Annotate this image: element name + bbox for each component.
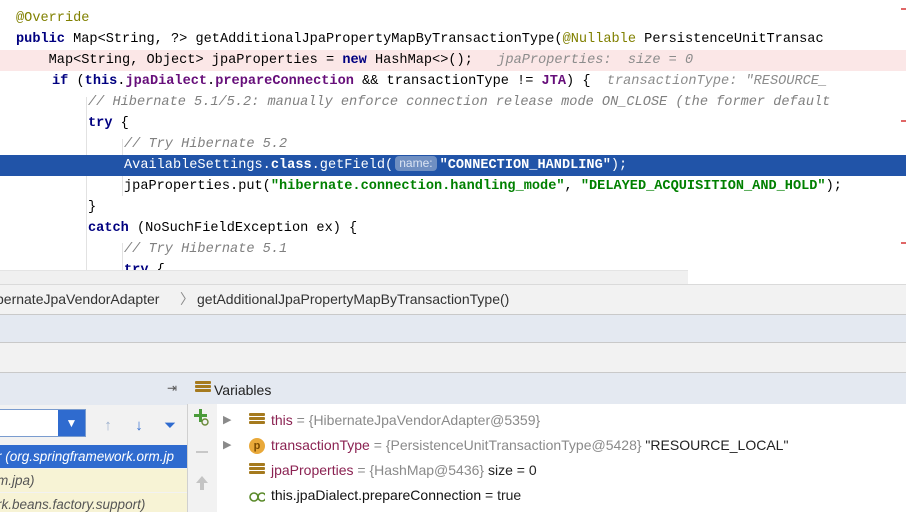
code-line: try { xyxy=(88,116,129,131)
parameter-name-hint: name: xyxy=(395,156,437,171)
code-line: } xyxy=(88,200,97,215)
error-stripe-mark[interactable] xyxy=(901,120,906,122)
frame-item[interactable]: m.jpa) xyxy=(0,469,187,492)
arrow-up-icon[interactable]: ↑ xyxy=(99,417,117,435)
breadcrumb-method[interactable]: getAdditionalJpaPropertyMapByTransaction… xyxy=(197,285,509,314)
code-line: // Try Hibernate 5.1 xyxy=(124,242,288,257)
variable-row[interactable]: this.jpaDialect.prepareConnection = true xyxy=(217,483,906,508)
code-line: // Try Hibernate 5.2 xyxy=(124,137,288,152)
frame-item[interactable]: r (org.springframework.orm.jp xyxy=(0,445,187,468)
code-line: jpaProperties.put("hibernate.connection.… xyxy=(124,179,842,194)
inline-value-hint: transactionType: "RESOURCE_ xyxy=(590,74,828,89)
watch-icon xyxy=(249,492,265,502)
code-editor[interactable]: @Override public Map<String, ?> getAddit… xyxy=(0,0,906,284)
variables-tree[interactable]: ▶ this = {HibernateJpaVendorAdapter@5359… xyxy=(217,404,906,512)
variable-row[interactable]: jpaProperties = {HashMap@5436} size = 0 xyxy=(217,458,906,483)
inline-value-hint: jpaProperties: size = 0 xyxy=(472,53,694,68)
code-line: // Hibernate 5.1/5.2: manually enforce c… xyxy=(88,95,831,110)
filter-icon[interactable]: ⏷ xyxy=(161,417,179,435)
frames-panel: ⇥ ▼ ↑ ↓ ⏷ r (org.springframework.orm.jp … xyxy=(0,372,187,512)
frame-item[interactable]: rk.beans.factory.support) xyxy=(0,493,187,512)
hide-panel-icon[interactable]: ⇥ xyxy=(167,381,177,395)
horizontal-scrollbar[interactable] xyxy=(0,270,688,284)
chevron-down-icon[interactable]: ▼ xyxy=(58,410,85,436)
error-stripe-mark[interactable] xyxy=(901,242,906,244)
field-icon xyxy=(249,413,265,428)
code-line: if (this.jpaDialect.prepareConnection &&… xyxy=(52,74,828,89)
scrollbar-corner xyxy=(688,270,906,284)
code-line-signature: public Map<String, ?> getAdditionalJpaPr… xyxy=(16,32,824,47)
field-icon xyxy=(249,463,265,478)
variable-row[interactable]: ▶ this = {HibernateJpaVendorAdapter@5359… xyxy=(217,408,906,433)
error-stripe-mark[interactable] xyxy=(901,8,906,10)
variables-title: Variables xyxy=(214,382,272,398)
variables-toolstrip xyxy=(187,400,217,512)
new-watch-icon[interactable] xyxy=(193,408,211,426)
variable-row[interactable]: ▶ p transactionType = {PersistenceUnitTr… xyxy=(217,433,906,458)
arrow-down-icon[interactable]: ↓ xyxy=(130,417,148,435)
parameter-icon: p xyxy=(249,438,265,454)
thread-selector[interactable]: ▼ xyxy=(0,409,86,437)
current-execution-line: AvailableSettings.class.getField(name: "C… xyxy=(0,155,906,176)
breadcrumb-separator: 〉 xyxy=(180,291,194,307)
override-annotation: @Override xyxy=(16,11,90,26)
arrow-up-icon[interactable] xyxy=(193,474,211,492)
expand-arrow-icon[interactable]: ▶ xyxy=(223,433,231,458)
code-line: @Override xyxy=(0,8,906,29)
variables-header: Variables xyxy=(187,372,906,404)
minus-icon[interactable] xyxy=(193,443,211,461)
debug-toolbar xyxy=(0,342,906,372)
debug-tool-window-header xyxy=(0,314,906,342)
code-line: catch (NoSuchFieldException ex) { xyxy=(88,221,358,236)
breadcrumb: bernateJpaVendorAdapter 〉 getAdditionalJ… xyxy=(0,284,906,314)
code-line-warning: Map<String, Object> jpaProperties = new … xyxy=(0,50,906,71)
expand-arrow-icon[interactable]: ▶ xyxy=(223,408,231,433)
variables-icon xyxy=(195,381,211,395)
frames-header: ⇥ xyxy=(0,373,187,405)
breadcrumb-class[interactable]: bernateJpaVendorAdapter xyxy=(0,285,159,314)
